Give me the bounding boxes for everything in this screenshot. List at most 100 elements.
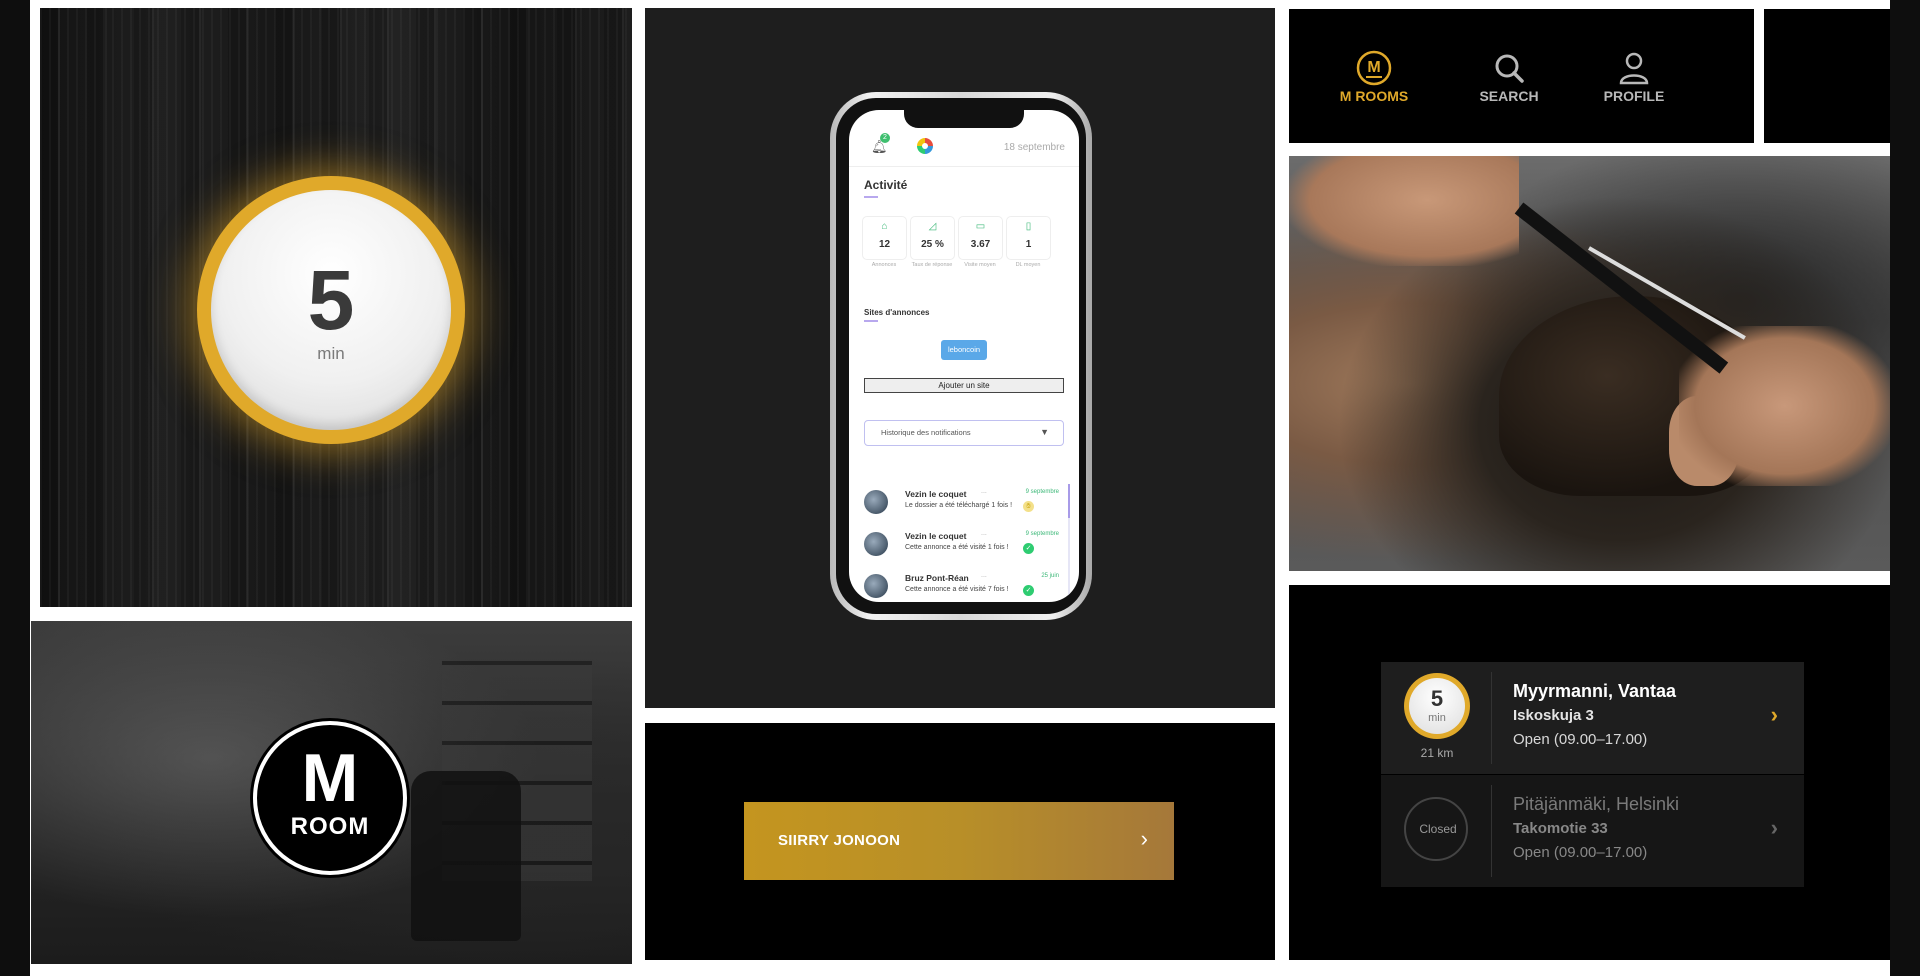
nav-label: SEARCH (1479, 88, 1539, 104)
stat-card-annonces: ⌂ 12 (862, 216, 907, 260)
user-icon (1619, 52, 1649, 85)
cta-tile: SIIRRY JONOON › (645, 723, 1275, 960)
card-icon: ▭ (975, 221, 986, 232)
timer-unit: min (317, 344, 345, 363)
phone-bezel: 🔔︎ 2 18 septembre Activité ⌂ 12 ◿ 25 % ▭ (836, 98, 1086, 614)
nav-label: PROFILE (1603, 88, 1665, 104)
title-underline (864, 320, 878, 322)
location-card[interactable]: Closed Pitäjänmäki, Helsinki Takomotie 3… (1381, 775, 1804, 887)
pending-icon: ✋︎ (1023, 501, 1034, 512)
sites-title: Sites d'annonces (864, 308, 930, 317)
location-name: Myyrmanni, Vantaa (1513, 681, 1677, 701)
nav-item-search[interactable]: SEARCH (1454, 9, 1564, 143)
house-icon: ⌂ (881, 221, 888, 232)
stat-card-visits: ▭ 3.67 (958, 216, 1003, 260)
more-icon: ... (981, 530, 987, 537)
avatar (864, 490, 888, 514)
title-underline (864, 196, 878, 198)
stat-label: Annonces (871, 262, 897, 268)
chevron-right-icon: › (1140, 826, 1148, 851)
divider (1491, 672, 1492, 764)
timer-value: 5 (307, 253, 355, 347)
notification-badge: 2 (880, 133, 890, 143)
phone-notch (904, 110, 1024, 128)
more-icon: ... (981, 572, 987, 579)
file-icon: ▯ (1025, 221, 1032, 232)
location-hours: Open (09.00–17.00) (1513, 844, 1648, 861)
left-gutter (0, 0, 30, 976)
logo-letter: M (301, 740, 359, 816)
notification-body: Cette annonce a été visité 1 fois ! (905, 544, 1009, 551)
nav-item-profile[interactable]: PROFILE (1579, 9, 1689, 143)
stat-label: Taux de réponse (911, 262, 953, 268)
stat-card-downloads: ▯ 1 (1006, 216, 1051, 260)
location-street: Iskoskuja 3 (1513, 707, 1594, 724)
m-room-logo: M ROOM (253, 721, 407, 875)
notification-item[interactable]: Vezin le coquet ... 9 septembre Cette an… (849, 524, 1071, 564)
stat-card-response-rate: ◿ 25 % (910, 216, 955, 260)
timer-face: 5 min (211, 190, 451, 430)
siirry-jonoon-button[interactable]: SIIRRY JONOON › (744, 802, 1174, 880)
phone-mockup-tile: 🔔︎ 2 18 septembre Activité ⌂ 12 ◿ 25 % ▭ (645, 8, 1275, 708)
stat-value: 25 % (921, 239, 944, 250)
bottom-nav-bar: M M ROOMS SEARCH PROFILE (1289, 9, 1754, 143)
distance: 21 km (1420, 746, 1454, 760)
phone-frame: 🔔︎ 2 18 septembre Activité ⌂ 12 ◿ 25 % ▭ (830, 92, 1092, 620)
divider (1491, 785, 1492, 877)
search-icon (1495, 54, 1524, 83)
more-icon: ... (981, 488, 987, 495)
notification-title: Bruz Pont-Réan (905, 573, 969, 583)
location-hours: Open (09.00–17.00) (1513, 731, 1648, 748)
notification-body: Le dossier a été téléchargé 1 fois ! (905, 502, 1013, 509)
notification-history-dropdown[interactable]: Historique des notifications ▼ (864, 420, 1064, 446)
locations-tile: 5 min 21 km Myyrmanni, Vantaa Iskoskuja … (1289, 585, 1890, 960)
app-header: 🔔︎ 2 18 septembre (849, 130, 1079, 167)
barber-chair-decor (411, 771, 521, 941)
avatar (864, 574, 888, 598)
wait-time-value: 5 (1430, 686, 1444, 711)
stat-value: 12 (878, 239, 891, 250)
notification-date: 9 septembre (1025, 531, 1059, 537)
barbershop-logo-tile: M ROOM (31, 621, 632, 964)
location-card[interactable]: 5 min 21 km Myyrmanni, Vantaa Iskoskuja … (1381, 662, 1804, 774)
m-logo-icon: M (1356, 50, 1392, 86)
chart-icon: ◿ (928, 221, 937, 232)
scrollbar-thumb[interactable] (1068, 484, 1070, 518)
nav-item-m-rooms[interactable]: M M ROOMS (1319, 9, 1429, 143)
stat-value: 1 (1025, 239, 1032, 250)
chevron-down-icon: ▼ (1040, 427, 1049, 437)
stat-value: 3.67 (970, 239, 991, 250)
closed-label: Closed (1419, 822, 1457, 836)
stat-label: DL moyen (1015, 262, 1041, 268)
activity-title: Activité (864, 178, 908, 192)
svg-text:M: M (1367, 59, 1380, 76)
notification-title: Vezin le coquet (905, 489, 967, 499)
notification-item[interactable]: Bruz Pont-Réan ... 25 juin Cette annonce… (849, 566, 1071, 602)
wait-time-unit: min (1428, 712, 1446, 724)
timer-badge: 5 min (197, 176, 465, 444)
dropdown-label: Historique des notifications (881, 428, 971, 437)
location-street: Takomotie 33 (1513, 820, 1608, 837)
stat-label: Visite moyen (964, 262, 996, 268)
notification-date: 9 septembre (1025, 489, 1059, 495)
notification-title: Vezin le coquet (905, 531, 967, 541)
logo-word: ROOM (290, 813, 370, 840)
leboncoin-button[interactable]: leboncoin (941, 340, 987, 360)
button-label: SIIRRY JONOON (778, 832, 901, 849)
app-logo-icon (917, 138, 933, 154)
nav-label: M ROOMS (1339, 88, 1409, 104)
hand-decor (1289, 156, 1519, 266)
notification-body: Cette annonce a été visité 7 fois ! (905, 586, 1009, 593)
avatar (864, 532, 888, 556)
haircut-photo (1289, 156, 1890, 571)
header-date: 18 septembre (1003, 142, 1065, 153)
wait-time-badge: 5 min (1404, 673, 1470, 739)
right-gutter (1890, 0, 1920, 976)
phone-screen: 🔔︎ 2 18 septembre Activité ⌂ 12 ◿ 25 % ▭ (849, 110, 1079, 602)
check-icon: ✓ (1023, 543, 1034, 554)
notification-item[interactable]: Vezin le coquet ... 9 septembre Le dossi… (849, 482, 1071, 522)
add-site-button[interactable]: Ajouter un site (864, 378, 1064, 393)
chevron-right-icon: › (1770, 815, 1778, 840)
timer-tile: 5 min (40, 8, 632, 607)
nav-bar-partial (1764, 9, 1890, 143)
